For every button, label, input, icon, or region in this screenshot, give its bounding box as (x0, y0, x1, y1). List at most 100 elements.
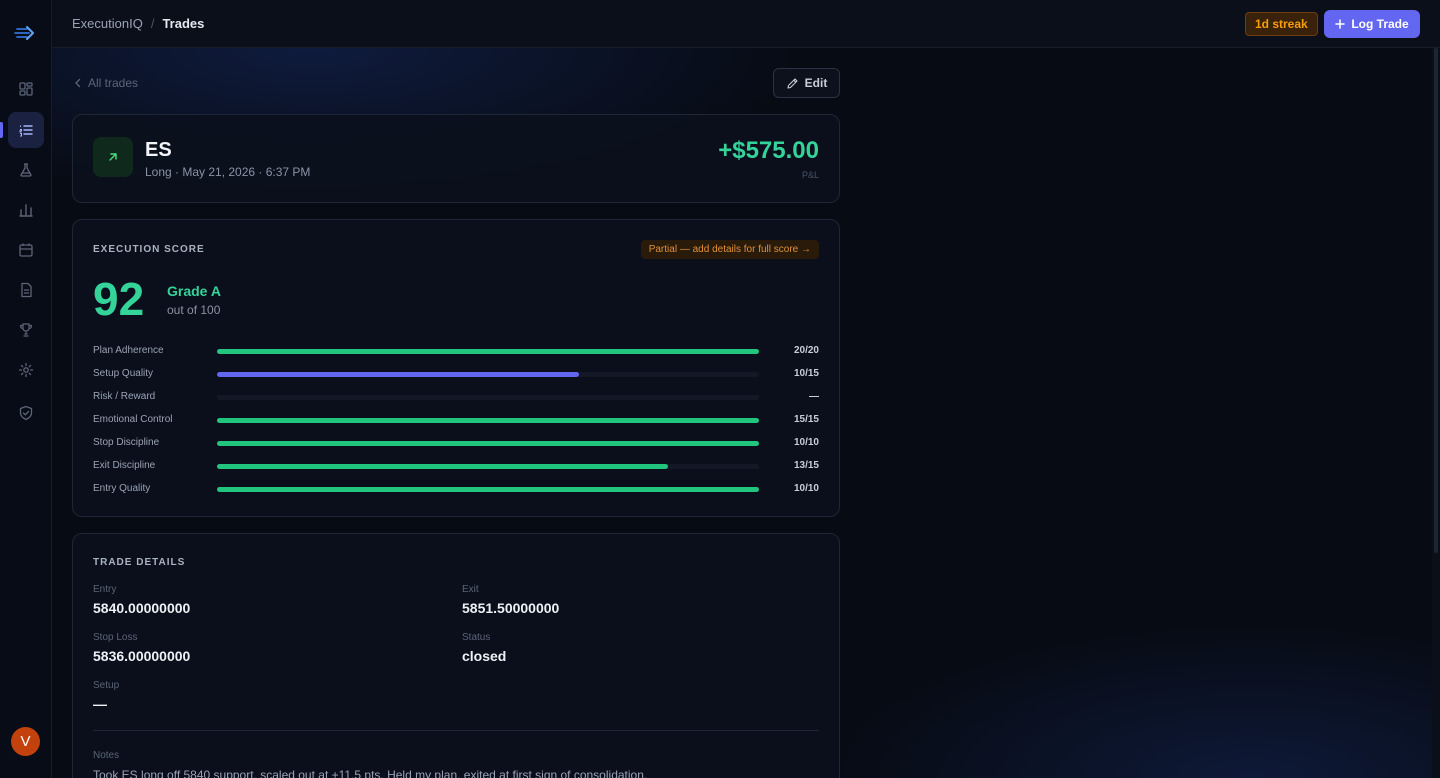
setup-label: Setup (93, 680, 120, 691)
notes-text: Took ES long off 5840 support, scaled ou… (93, 768, 648, 778)
breadcrumb: ExecutionIQ / Trades (72, 16, 204, 31)
score-row: Setup Quality 10/15 (93, 367, 819, 381)
trophy-icon (19, 323, 33, 337)
sidebar-item-achievements[interactable] (8, 312, 44, 348)
score-row-fill (217, 487, 759, 492)
score-row-track (217, 372, 759, 377)
streak-badge: 1d streak (1245, 12, 1318, 36)
score-row-label: Setup Quality (93, 368, 154, 379)
active-indicator (0, 122, 3, 138)
stop-loss-label: Stop Loss (93, 632, 138, 643)
sidebar-item-reports[interactable] (8, 272, 44, 308)
main-content: All trades Edit ES Long · May 21, 2026 ·… (52, 48, 1432, 778)
sidebar-item-lab[interactable] (8, 152, 44, 188)
partial-score-link[interactable]: Partial — add details for full score → (640, 240, 819, 259)
document-icon (21, 282, 32, 298)
score-row-label: Risk / Reward (93, 391, 156, 402)
notes-label: Notes (93, 750, 120, 761)
exit-label: Exit (462, 584, 479, 595)
status-label: Status (462, 632, 491, 643)
trade-meta: Long · May 21, 2026 · 6:37 PM (145, 165, 311, 179)
dashboard-icon (19, 82, 33, 96)
pencil-icon (787, 77, 798, 89)
trade-symbol: ES (145, 139, 172, 161)
score-row: Stop Discipline 10/10 (93, 436, 819, 450)
pnl-label: P&L (801, 170, 819, 180)
shield-check-icon (19, 405, 33, 421)
score-row-fill (217, 372, 579, 377)
log-trade-button[interactable]: Log Trade (1324, 10, 1420, 38)
score-row-label: Plan Adherence (93, 345, 164, 356)
user-avatar[interactable]: V (11, 727, 40, 756)
calendar-icon (19, 243, 33, 257)
pnl-value: +$575.00 (718, 137, 819, 164)
exit-value: 5851.50000000 (462, 600, 560, 616)
trade-details-card: TRADE DETAILS Entry 5840.00000000 Exit 5… (72, 533, 840, 778)
score-row-value: 20/20 (793, 345, 819, 356)
chevron-left-icon (75, 78, 81, 88)
sidebar-item-calendar[interactable] (8, 232, 44, 268)
direction-badge (93, 137, 133, 177)
trades-list-icon (19, 125, 33, 137)
top-bar: ExecutionIQ / Trades 1d streak Log Trade (52, 0, 1440, 48)
score-row-value: 13/15 (793, 460, 819, 471)
gear-icon (18, 362, 34, 378)
scrollbar-thumb[interactable] (1434, 48, 1438, 553)
edit-button-label: Edit (804, 76, 828, 90)
score-row-fill (217, 441, 759, 446)
execution-score-title: EXECUTION SCORE (93, 244, 205, 255)
score-row: Risk / Reward — (93, 390, 819, 404)
score-row-label: Stop Discipline (93, 437, 160, 448)
sidebar-item-security[interactable] (8, 395, 44, 431)
back-link[interactable]: All trades (74, 76, 138, 90)
score-out-of: out of 100 (167, 303, 221, 317)
sidebar-item-dashboard[interactable] (8, 71, 44, 107)
score-row-value: 15/15 (793, 414, 819, 425)
sidebar: V (0, 0, 52, 778)
execution-score-value: 92 (93, 273, 145, 325)
trade-summary-card: ES Long · May 21, 2026 · 6:37 PM +$575.0… (72, 114, 840, 203)
stop-loss-value: 5836.00000000 (93, 648, 191, 664)
score-row-value: — (809, 391, 819, 402)
breadcrumb-separator: / (150, 16, 155, 31)
setup-value: — (93, 696, 107, 712)
score-row-value: 10/10 (793, 437, 819, 448)
entry-label: Entry (93, 584, 117, 595)
score-row-track (217, 418, 759, 423)
score-row: Exit Discipline 13/15 (93, 459, 819, 473)
sidebar-item-trades[interactable] (8, 112, 44, 148)
score-row-fill (217, 464, 668, 469)
score-row-label: Emotional Control (93, 414, 173, 425)
back-link-label: All trades (88, 76, 139, 90)
sidebar-item-settings[interactable] (8, 352, 44, 388)
bar-chart-icon (19, 204, 33, 217)
log-trade-label: Log Trade (1351, 17, 1409, 31)
score-row-fill (217, 349, 759, 354)
sidebar-item-analytics[interactable] (8, 192, 44, 228)
app-logo-icon[interactable] (14, 23, 38, 43)
score-row-value: 10/10 (793, 483, 819, 494)
score-row-fill (217, 418, 759, 423)
score-row-track (217, 395, 759, 400)
score-row: Plan Adherence 20/20 (93, 344, 819, 358)
details-divider (93, 730, 819, 731)
score-row-value: 10/15 (793, 368, 819, 379)
status-value: closed (462, 648, 507, 664)
breadcrumb-root[interactable]: ExecutionIQ (72, 16, 143, 31)
grade-label: Grade A (167, 283, 221, 299)
entry-value: 5840.00000000 (93, 600, 191, 616)
execution-score-card: EXECUTION SCORE Partial — add details fo… (72, 219, 840, 517)
breadcrumb-current: Trades (162, 16, 205, 31)
score-row: Emotional Control 15/15 (93, 413, 819, 427)
edit-button[interactable]: Edit (773, 68, 840, 98)
trade-details-title: TRADE DETAILS (93, 557, 186, 568)
page-scrollbar[interactable] (1432, 48, 1440, 778)
score-row-track (217, 487, 759, 492)
score-row-track (217, 349, 759, 354)
score-row-track (217, 441, 759, 446)
plus-icon (1335, 19, 1346, 29)
score-row-track (217, 464, 759, 469)
score-row-label: Entry Quality (93, 483, 151, 494)
flask-icon (20, 163, 32, 177)
arrow-up-right-icon (109, 153, 117, 161)
